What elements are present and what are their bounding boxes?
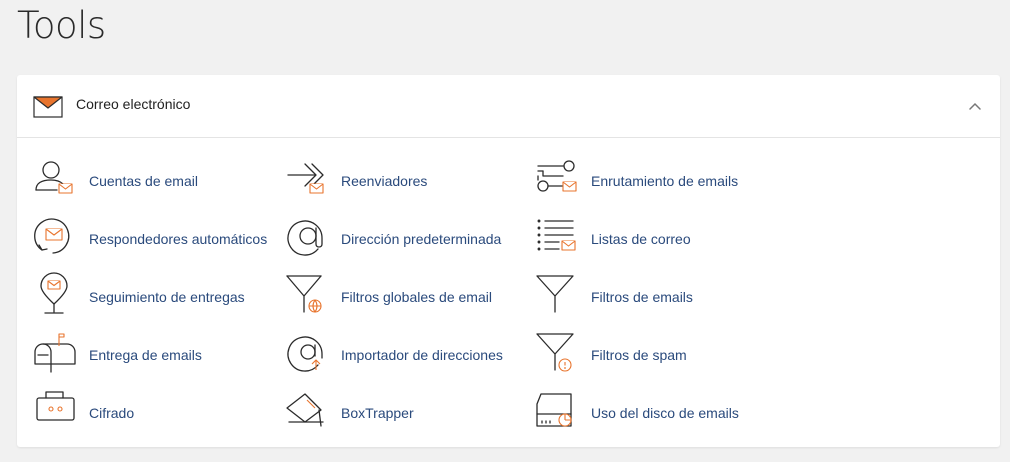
tool-email-routing[interactable]: Enrutamiento de emails (535, 158, 785, 208)
tool-label: Reenviadores (341, 173, 428, 189)
tool-label: Importador de direcciones (341, 347, 503, 363)
global-filters-icon (286, 275, 322, 313)
tool-label: Filtros de spam (591, 347, 687, 363)
email-disk-usage-icon (536, 393, 572, 427)
track-delivery-icon (40, 272, 68, 314)
tool-autoresponders[interactable]: Respondedores automáticos (33, 216, 283, 266)
tool-mailing-lists[interactable]: Listas de correo (535, 216, 785, 266)
tool-email-filters[interactable]: Filtros de emails (535, 274, 785, 324)
tool-track-delivery[interactable]: Seguimiento de entregas (33, 272, 283, 324)
section-title: Correo electrónico (76, 96, 191, 112)
tool-email-disk-usage[interactable]: Uso del disco de emails (535, 390, 785, 440)
tool-label: Cifrado (89, 405, 135, 421)
tool-label: Uso del disco de emails (591, 405, 739, 421)
email-routing-icon (537, 160, 577, 192)
autoresponders-icon (34, 218, 70, 254)
address-importer-icon (287, 336, 323, 372)
mailing-lists-icon (537, 219, 576, 251)
email-section-header[interactable]: Correo electrónico (17, 75, 1000, 138)
default-address-icon (287, 220, 323, 256)
page-title: Tools (17, 4, 106, 47)
envelope-icon (33, 96, 63, 118)
spam-filters-icon (536, 333, 574, 372)
encryption-icon (36, 391, 75, 421)
tool-encryption[interactable]: Cifrado (33, 390, 283, 440)
tool-label: Cuentas de email (89, 173, 198, 189)
tool-email-deliverability[interactable]: Entrega de emails (33, 332, 283, 382)
tool-spam-filters[interactable]: Filtros de spam (535, 332, 785, 382)
tool-address-importer[interactable]: Importador de direcciones (285, 332, 535, 382)
email-accounts-icon (35, 161, 73, 194)
tool-forwarders[interactable]: Reenviadores (285, 158, 535, 208)
tool-global-filters[interactable]: Filtros globales de email (285, 274, 535, 324)
forwarders-icon (287, 163, 324, 194)
email-section-panel: Correo electrónico Cuentas de email Reen… (17, 75, 1000, 447)
tool-label: Dirección predeterminada (341, 231, 502, 247)
tool-label: Respondedores automáticos (89, 231, 268, 247)
email-deliverability-icon (34, 333, 76, 373)
tool-label: Enrutamiento de emails (591, 173, 739, 189)
chevron-up-icon[interactable] (968, 99, 982, 113)
tool-label: BoxTrapper (341, 405, 414, 421)
tool-label: Seguimiento de entregas (89, 289, 245, 305)
tool-label: Listas de correo (591, 231, 691, 247)
boxtrapper-icon (286, 393, 324, 427)
tool-label: Filtros globales de email (341, 289, 492, 305)
tool-label: Entrega de emails (89, 347, 202, 363)
tool-label: Filtros de emails (591, 289, 693, 305)
tool-email-accounts[interactable]: Cuentas de email (33, 158, 283, 208)
tool-default-address[interactable]: Dirección predeterminada (285, 216, 535, 266)
email-filters-icon (536, 275, 574, 313)
tool-boxtrapper[interactable]: BoxTrapper (285, 390, 535, 440)
